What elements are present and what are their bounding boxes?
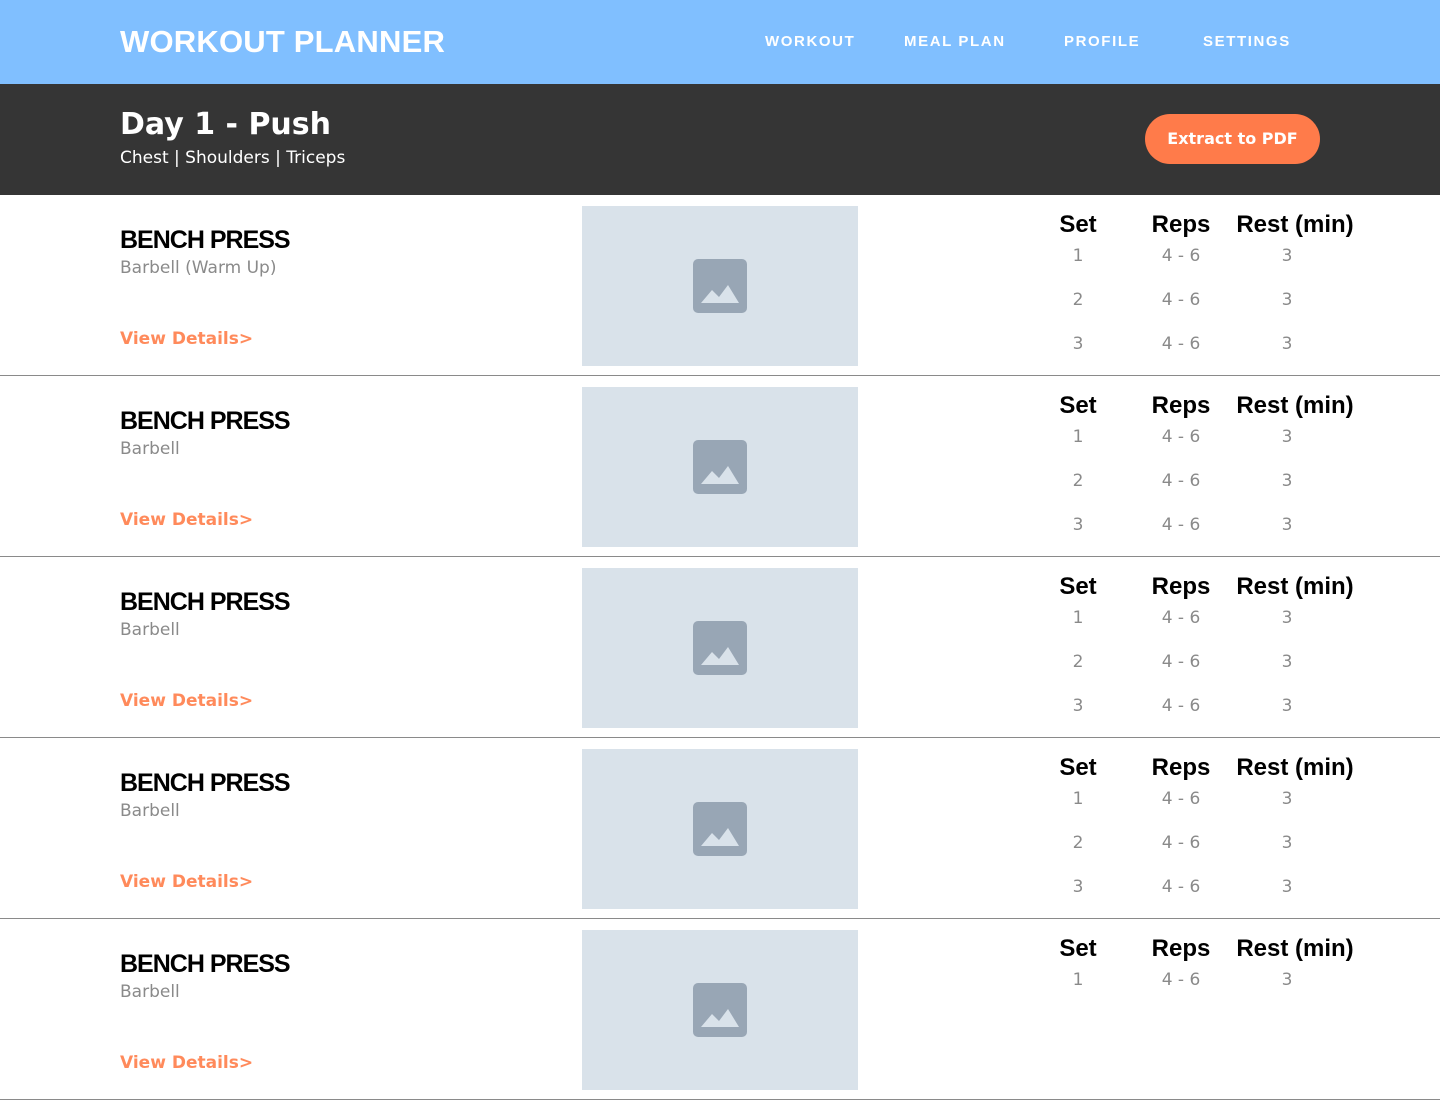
exercise-row: BENCH PRESS Barbell (Warm Up) View Details…	[0, 195, 1440, 376]
exercise-name: BENCH PRESS	[120, 407, 291, 435]
rest-cell: 3	[1281, 334, 1293, 354]
set-number-cell: 1	[1072, 789, 1084, 809]
nav-item-meal-plan[interactable]: MEAL PLAN	[904, 32, 1006, 52]
set-number-cell: 2	[1072, 833, 1084, 853]
column-header-rest: Rest (min)	[1236, 573, 1354, 600]
view-details-link[interactable]: View Details>	[120, 328, 253, 350]
set-number-cell: 1	[1072, 970, 1084, 990]
app-brand[interactable]: WORKOUT PLANNER	[120, 22, 445, 62]
reps-cell: 4 - 6	[1161, 290, 1201, 310]
set-number-cell: 2	[1072, 652, 1084, 672]
column-header-set: Set	[1059, 211, 1097, 238]
image-placeholder-icon	[693, 802, 747, 856]
rest-cell: 3	[1281, 877, 1293, 897]
set-number-cell: 3	[1072, 877, 1084, 897]
rest-cell: 3	[1281, 471, 1293, 491]
top-nav-bar: WORKOUT PLANNER WORKOUT MEAL PLAN PROFIL…	[0, 0, 1440, 84]
set-number-cell: 2	[1072, 290, 1084, 310]
exercise-equipment: Barbell (Warm Up)	[120, 258, 277, 278]
image-placeholder-icon	[693, 440, 747, 494]
reps-cell: 4 - 6	[1161, 696, 1201, 716]
set-number-cell: 3	[1072, 334, 1084, 354]
set-number-cell: 3	[1072, 696, 1084, 716]
column-header-reps: Reps	[1151, 754, 1211, 781]
view-details-link[interactable]: View Details>	[120, 871, 253, 893]
column-header-rest: Rest (min)	[1236, 754, 1354, 781]
rest-cell: 3	[1281, 696, 1293, 716]
column-header-reps: Reps	[1151, 573, 1211, 600]
rest-cell: 3	[1281, 833, 1293, 853]
column-header-set: Set	[1059, 935, 1097, 962]
column-header-set: Set	[1059, 754, 1097, 781]
column-header-reps: Reps	[1151, 211, 1211, 238]
view-details-link[interactable]: View Details>	[120, 1052, 253, 1074]
exercise-equipment: Barbell	[120, 620, 180, 640]
rest-cell: 3	[1281, 515, 1293, 535]
reps-cell: 4 - 6	[1161, 789, 1201, 809]
rest-cell: 3	[1281, 608, 1293, 628]
exercise-name: BENCH PRESS	[120, 950, 291, 978]
image-placeholder-icon	[693, 621, 747, 675]
column-header-set: Set	[1059, 573, 1097, 600]
reps-cell: 4 - 6	[1161, 652, 1201, 672]
reps-cell: 4 - 6	[1161, 471, 1201, 491]
column-header-rest: Rest (min)	[1236, 211, 1354, 238]
view-details-link[interactable]: View Details>	[120, 509, 253, 531]
set-number-cell: 1	[1072, 427, 1084, 447]
set-number-cell: 2	[1072, 471, 1084, 491]
exercise-equipment: Barbell	[120, 439, 180, 459]
rest-cell: 3	[1281, 246, 1293, 266]
nav-item-settings[interactable]: SETTINGS	[1203, 32, 1291, 52]
image-placeholder-icon	[693, 259, 747, 313]
exercise-equipment: Barbell	[120, 801, 180, 821]
nav-item-profile[interactable]: PROFILE	[1064, 32, 1140, 52]
exercise-name: BENCH PRESS	[120, 226, 291, 254]
reps-cell: 4 - 6	[1161, 427, 1201, 447]
exercise-row: BENCH PRESS Barbell View Details> Set Reps Re…	[0, 919, 1440, 1100]
exercise-row: BENCH PRESS Barbell View Details> Set Reps Re…	[0, 376, 1440, 557]
reps-cell: 4 - 6	[1161, 877, 1201, 897]
rest-cell: 3	[1281, 427, 1293, 447]
exercise-image	[582, 568, 858, 728]
column-header-reps: Reps	[1151, 935, 1211, 962]
reps-cell: 4 - 6	[1161, 334, 1201, 354]
rest-cell: 3	[1281, 652, 1293, 672]
exercise-image	[582, 930, 858, 1090]
column-header-rest: Rest (min)	[1236, 935, 1354, 962]
set-number-cell: 1	[1072, 246, 1084, 266]
reps-cell: 4 - 6	[1161, 246, 1201, 266]
column-header-set: Set	[1059, 392, 1097, 419]
muscle-groups: Chest | Shoulders | Triceps	[120, 148, 346, 168]
image-placeholder-icon	[693, 983, 747, 1037]
column-header-rest: Rest (min)	[1236, 392, 1354, 419]
reps-cell: 4 - 6	[1161, 515, 1201, 535]
rest-cell: 3	[1281, 970, 1293, 990]
rest-cell: 3	[1281, 290, 1293, 310]
view-details-link[interactable]: View Details>	[120, 690, 253, 712]
reps-cell: 4 - 6	[1161, 608, 1201, 628]
exercise-name: BENCH PRESS	[120, 769, 291, 797]
exercise-image	[582, 206, 858, 366]
column-header-reps: Reps	[1151, 392, 1211, 419]
rest-cell: 3	[1281, 789, 1293, 809]
exercise-name: BENCH PRESS	[120, 588, 291, 616]
page-title: Day 1 - Push	[120, 107, 331, 142]
reps-cell: 4 - 6	[1161, 833, 1201, 853]
exercise-row: BENCH PRESS Barbell View Details> Set Reps Re…	[0, 557, 1440, 738]
exercise-image	[582, 387, 858, 547]
day-header: Day 1 - Push Chest | Shoulders | Triceps…	[0, 84, 1440, 195]
exercise-row: BENCH PRESS Barbell View Details> Set Reps Re…	[0, 738, 1440, 919]
set-number-cell: 1	[1072, 608, 1084, 628]
reps-cell: 4 - 6	[1161, 970, 1201, 990]
extract-to-pdf-button[interactable]: Extract to PDF	[1145, 114, 1320, 164]
exercise-image	[582, 749, 858, 909]
set-number-cell: 3	[1072, 515, 1084, 535]
nav-item-workout[interactable]: WORKOUT	[765, 32, 855, 52]
